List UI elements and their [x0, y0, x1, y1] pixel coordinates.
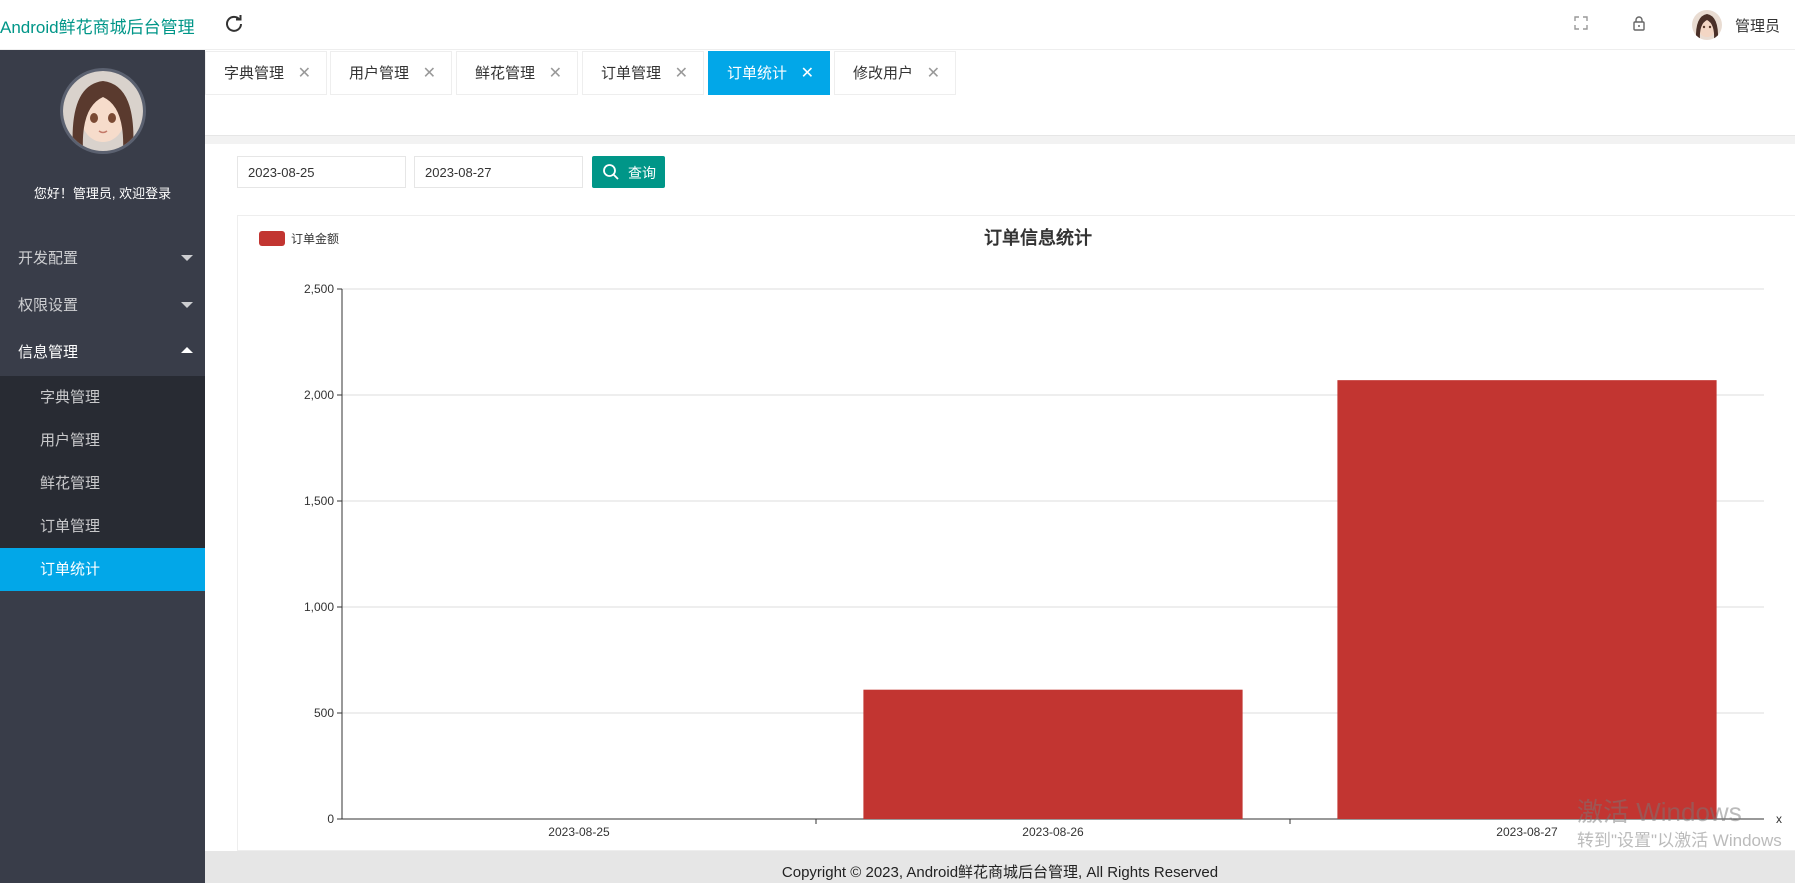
tab-flowers[interactable]: 鲜花管理 ✕ [456, 51, 578, 95]
tab-orders[interactable]: 订单管理 ✕ [582, 51, 704, 95]
legend-label: 订单金额 [291, 231, 339, 246]
x-tick-label: 2023-08-27 [1496, 825, 1558, 839]
x-tick-label: 2023-08-26 [1022, 825, 1084, 839]
content-gap [205, 136, 1795, 144]
bar [863, 689, 1243, 819]
menu-dev-config[interactable]: 开发配置 [0, 235, 205, 282]
footer-copyright: Copyright © 2023, Android鲜花商城后台管理, All R… [205, 851, 1795, 883]
menu-label: 信息管理 [18, 344, 79, 361]
tab-label: 字典管理 [224, 65, 285, 82]
tab-label: 修改用户 [853, 65, 914, 82]
y-tick-label: 2,500 [304, 282, 334, 296]
x-tick-label: 2023-08-25 [548, 825, 610, 839]
bar-chart: 订单信息统计 订单金额 0 500 1,000 1,500 2,000 2,500 2023-0… [259, 227, 1782, 839]
sidebar-item-orders[interactable]: 订单管理 [0, 505, 205, 548]
menu-label: 权限设置 [18, 297, 79, 314]
tab-edit-user[interactable]: 修改用户 ✕ [834, 51, 956, 95]
y-tick-label: 500 [314, 706, 334, 720]
chevron-up-icon [181, 347, 193, 353]
chart-container: 订单信息统计 订单金额 0 500 1,000 1,500 2,000 2,500 2023-0… [237, 215, 1795, 851]
chart-title: 订单信息统计 [984, 227, 1092, 248]
menu-permission-settings[interactable]: 权限设置 [0, 282, 205, 329]
tab-users[interactable]: 用户管理 ✕ [330, 51, 452, 95]
end-date-input[interactable] [414, 156, 583, 188]
menu-info-management[interactable]: 信息管理 [0, 329, 205, 376]
sidebar-item-dictionary[interactable]: 字典管理 [0, 376, 205, 419]
refresh-icon[interactable] [224, 13, 244, 33]
menu-label: 开发配置 [18, 250, 79, 267]
profile-avatar [60, 68, 146, 154]
tab-bar: 字典管理 ✕ 用户管理 ✕ 鲜花管理 ✕ 订单管理 ✕ 订单统计 ✕ 修改用户 ✕ [205, 50, 1795, 136]
sidebar-menu: 开发配置 权限设置 信息管理 字典管理 用户管理 鲜花管理 订单管理 订单统计 [0, 235, 205, 591]
x-axis-label: x [1776, 812, 1782, 826]
top-header: Android鲜花商城后台管理 管理员 [0, 0, 1795, 50]
info-submenu: 字典管理 用户管理 鲜花管理 订单管理 订单统计 [0, 376, 205, 591]
tab-label: 用户管理 [349, 65, 410, 82]
tab-order-stats[interactable]: 订单统计 ✕ [708, 51, 830, 95]
sidebar: 您好！管理员, 欢迎登录 开发配置 权限设置 信息管理 字典管理 用户管理 鲜花… [0, 50, 205, 883]
welcome-text: 您好！管理员, 欢迎登录 [33, 186, 172, 201]
main-content: 查询 订单信息统计 订单金额 0 500 1,000 1,500 2,000 2,500 202… [205, 144, 1795, 851]
windows-activation-watermark: 激活 Windows [1577, 797, 1742, 827]
sidebar-item-flowers[interactable]: 鲜花管理 [0, 462, 205, 505]
legend-swatch [259, 231, 285, 246]
close-icon[interactable]: ✕ [298, 52, 311, 96]
y-tick-label: 0 [327, 812, 334, 826]
search-button-label: 查询 [628, 165, 656, 181]
sidebar-item-users[interactable]: 用户管理 [0, 419, 205, 462]
fullscreen-icon[interactable] [1573, 15, 1589, 31]
user-avatar[interactable] [1692, 10, 1722, 40]
close-icon[interactable]: ✕ [675, 52, 688, 96]
close-icon[interactable]: ✕ [549, 52, 562, 96]
close-icon[interactable]: ✕ [927, 52, 940, 96]
close-icon[interactable]: ✕ [801, 52, 814, 96]
user-name[interactable]: 管理员 [1735, 15, 1780, 36]
bar [1337, 380, 1717, 819]
close-icon[interactable]: ✕ [423, 52, 436, 96]
search-button[interactable]: 查询 [592, 156, 665, 188]
y-tick-label: 1,000 [304, 600, 334, 614]
y-tick-label: 2,000 [304, 388, 334, 402]
start-date-input[interactable] [237, 156, 406, 188]
tab-label: 订单管理 [601, 65, 662, 82]
tab-label: 鲜花管理 [475, 65, 536, 82]
chevron-down-icon [181, 255, 193, 261]
windows-activation-hint: 转到"设置"以激活 Windows [1577, 831, 1782, 850]
y-tick-label: 1,500 [304, 494, 334, 508]
tab-label: 订单统计 [727, 65, 788, 82]
tab-dictionary[interactable]: 字典管理 ✕ [205, 51, 327, 95]
sidebar-item-order-stats[interactable]: 订单统计 [0, 548, 205, 591]
chevron-down-icon [181, 302, 193, 308]
lock-icon[interactable] [1631, 15, 1647, 31]
app-logo-title[interactable]: Android鲜花商城后台管理 [0, 13, 195, 38]
search-icon [603, 164, 619, 180]
